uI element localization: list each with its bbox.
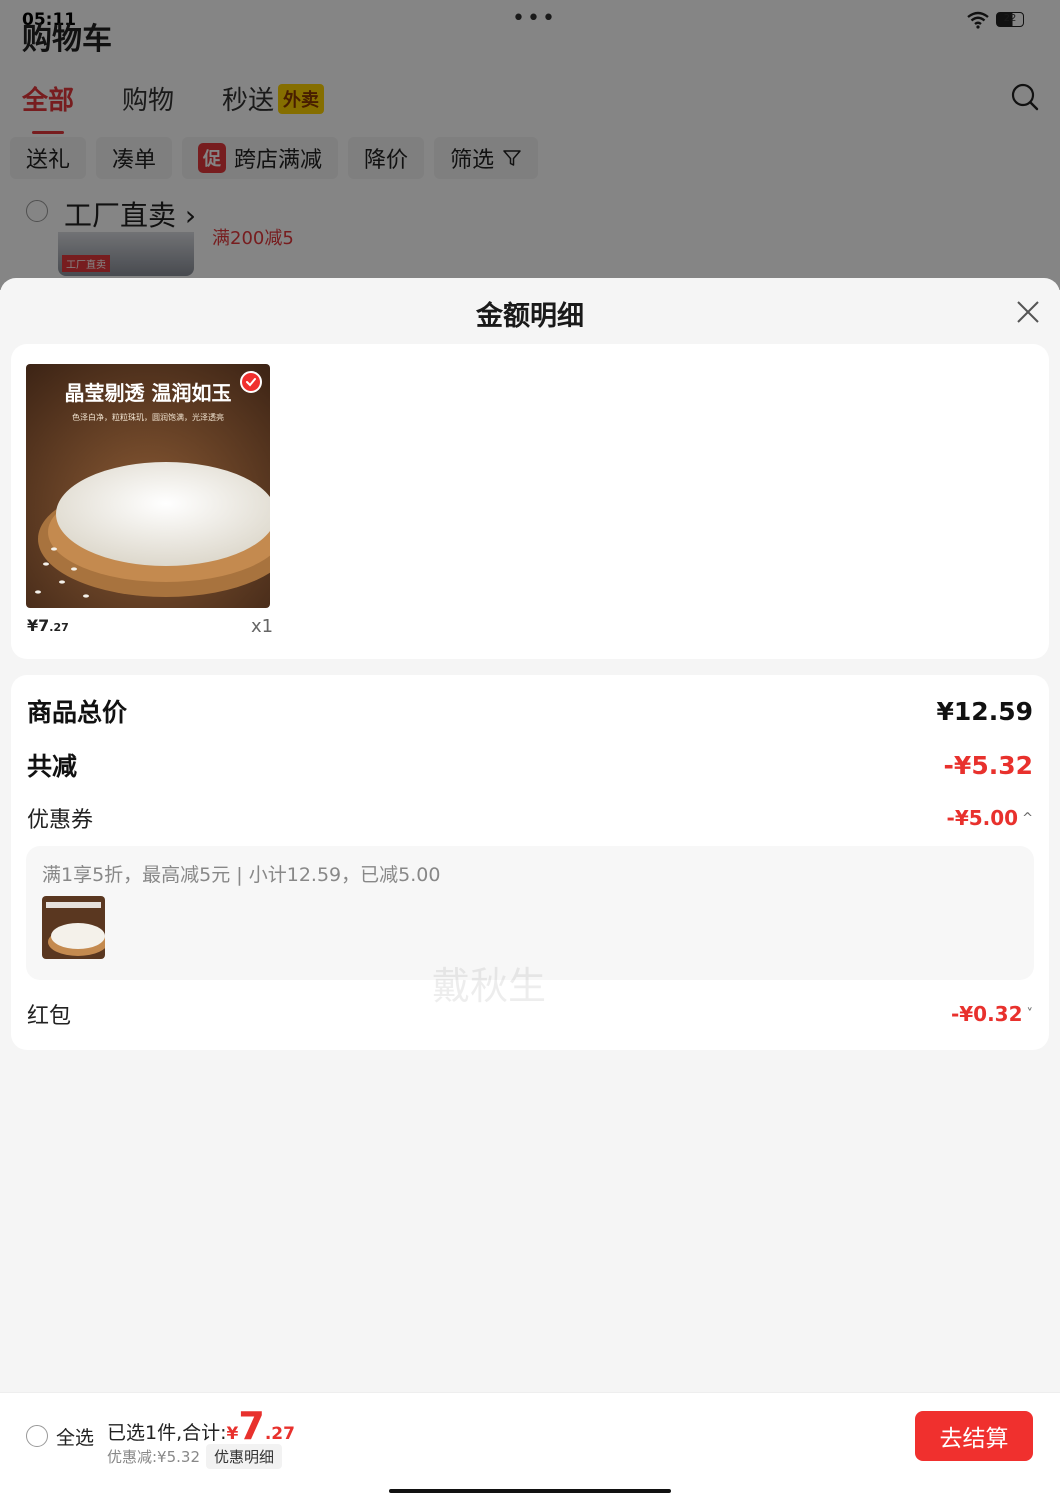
product-card: 晶莹剔透 温润如玉 色泽白净，粒粒珠玑，圆润饱满，光泽透亮 ¥7.27 x1 [11, 344, 1049, 659]
home-indicator [389, 1489, 671, 1493]
discount-detail-button[interactable]: 优惠明细 [206, 1444, 283, 1469]
goods-total-label: 商品总价 [27, 698, 128, 727]
close-icon[interactable] [1012, 296, 1044, 328]
coupon-label: 优惠券 [27, 808, 94, 833]
total-decimal: .27 [264, 1424, 295, 1444]
rice-bowl-image: 晶莹剔透 温润如玉 色泽白净，粒粒珠玑，圆润饱满，光泽透亮 [26, 364, 270, 608]
total-currency: ¥ [226, 1424, 239, 1444]
discount-amount: 优惠减:¥5.32 [107, 1448, 200, 1466]
image-subline: 色泽白净，粒粒珠玑，圆润饱满，光泽透亮 [72, 412, 224, 422]
goods-total-row: 商品总价 ¥12.59 [27, 693, 1033, 729]
chevron-down-icon: ˅ [1026, 1006, 1034, 1022]
image-headline: 晶莹剔透 温润如玉 [65, 381, 232, 405]
discount-summary: 优惠减:¥5.32 优惠明细 [107, 1444, 283, 1469]
red-packet-value: -¥0.32 ˅ [950, 1002, 1034, 1026]
watermark: 戴秋生 [432, 964, 547, 1008]
product-quantity: x1 [251, 616, 274, 637]
modal-backdrop[interactable] [0, 0, 1060, 290]
coupon-detail-text: 满1享5折，最高减5元 | 小计12.59，已减5.00 [42, 864, 441, 886]
goods-total-value: ¥12.59 [936, 696, 1033, 726]
coupon-row[interactable]: 优惠券 -¥5.00 ^ [27, 802, 1033, 834]
checkout-button[interactable]: 去结算 [915, 1411, 1033, 1461]
amount-detail-sheet: 金额明细 晶莹剔透 温润如玉 色泽白净，粒粒珠玑，圆润饱满，光泽透亮 ¥7.27… [0, 278, 1060, 1500]
product-price: ¥7.27 [27, 616, 69, 635]
select-all-label[interactable]: 全选 [56, 1423, 94, 1450]
total-discount-row: 共减 -¥5.32 [27, 747, 1033, 783]
red-packet-label: 红包 [27, 1004, 72, 1029]
coupon-product-thumbnail [42, 896, 105, 959]
chevron-up-icon: ^ [1022, 810, 1033, 826]
checkout-bar: 全选 已选1件,合计: ¥ 7 .27 优惠减:¥5.32 优惠明细 去结算 [0, 1392, 1060, 1500]
selected-count-text: 已选1件,合计: [107, 1422, 227, 1444]
total-summary: 已选1件,合计: ¥ 7 .27 [107, 1407, 295, 1445]
selected-check-icon [240, 371, 262, 393]
coupon-value: -¥5.00 ^ [946, 806, 1033, 830]
sheet-title: 金额明细 [476, 301, 584, 332]
total-integer: 7 [238, 1404, 265, 1448]
total-discount-value: -¥5.32 [943, 750, 1033, 780]
total-discount-label: 共减 [27, 752, 78, 781]
select-all-radio[interactable] [26, 1425, 48, 1447]
product-image[interactable]: 晶莹剔透 温润如玉 色泽白净，粒粒珠玑，圆润饱满，光泽透亮 [26, 364, 270, 608]
